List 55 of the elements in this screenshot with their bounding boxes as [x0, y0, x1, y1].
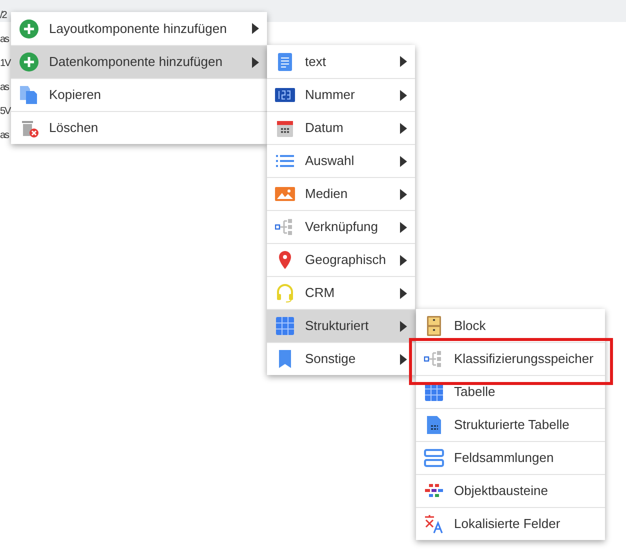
table-text: 1V	[0, 57, 10, 71]
image-icon	[275, 184, 295, 204]
document-icon	[275, 52, 295, 72]
caret-icon	[400, 288, 407, 298]
menu-item[interactable]: Datenkomponente hinzufügen	[11, 45, 267, 78]
menu-item[interactable]: Nummer	[267, 78, 415, 111]
menu-item[interactable]: Objektbausteine	[416, 474, 605, 507]
menu-item[interactable]: Strukturierte Tabelle	[416, 408, 605, 441]
menu-item[interactable]: text	[267, 45, 415, 78]
table-text: as	[0, 129, 10, 143]
caret-icon	[400, 320, 407, 332]
menu-item[interactable]: Layoutkomponente hinzufügen	[11, 12, 267, 45]
table-text: as	[0, 81, 10, 95]
menu-item[interactable]: Geographisch	[267, 243, 415, 276]
menu-item[interactable]: Auswahl	[267, 144, 415, 177]
menu-item[interactable]: Datum	[267, 111, 415, 144]
drawer-icon	[424, 316, 444, 336]
table-text: as	[0, 33, 10, 47]
menu-item[interactable]: Block	[416, 309, 605, 342]
menu-item[interactable]: Löschen	[11, 111, 267, 144]
caret-icon	[252, 56, 259, 68]
spreadsheet-icon	[424, 415, 444, 435]
calendar-icon	[275, 118, 295, 138]
menu-item[interactable]: Strukturiert	[267, 309, 415, 342]
caret-icon	[400, 222, 407, 232]
copy-icon	[19, 85, 39, 105]
headset-icon	[275, 283, 295, 303]
caret-icon	[400, 156, 407, 166]
menu-item[interactable]: Verknüpfung	[267, 210, 415, 243]
grid-icon	[275, 316, 295, 336]
hierarchy-icon	[424, 349, 444, 369]
fields-icon	[424, 448, 444, 468]
menu-item[interactable]: Feldsammlungen	[416, 441, 605, 474]
caret-icon	[252, 23, 259, 34]
table-text: /2	[0, 9, 8, 23]
caret-icon	[400, 90, 407, 100]
menu-item[interactable]: Medien	[267, 177, 415, 210]
caret-icon	[400, 56, 407, 67]
menu-item[interactable]: Lokalisierte Felder	[416, 507, 605, 540]
caret-icon	[400, 354, 407, 364]
menu-item[interactable]: CRM	[267, 276, 415, 309]
caret-icon	[400, 188, 407, 200]
hierarchy-icon	[275, 217, 295, 237]
menu-item[interactable]: Tabelle	[416, 375, 605, 408]
caret-icon	[400, 254, 407, 266]
translate-icon	[424, 514, 444, 534]
menu-item[interactable]: Sonstige	[267, 342, 415, 375]
plus-circle-icon	[19, 18, 39, 38]
table-text: 5V	[0, 105, 10, 119]
menu-item[interactable]: Klassifizierungsspeicher	[416, 342, 605, 375]
trash-icon	[19, 118, 39, 138]
number-icon	[275, 85, 295, 105]
menu-item[interactable]: Kopieren	[11, 78, 267, 111]
plus-circle-icon	[19, 52, 39, 72]
caret-icon	[400, 122, 407, 134]
